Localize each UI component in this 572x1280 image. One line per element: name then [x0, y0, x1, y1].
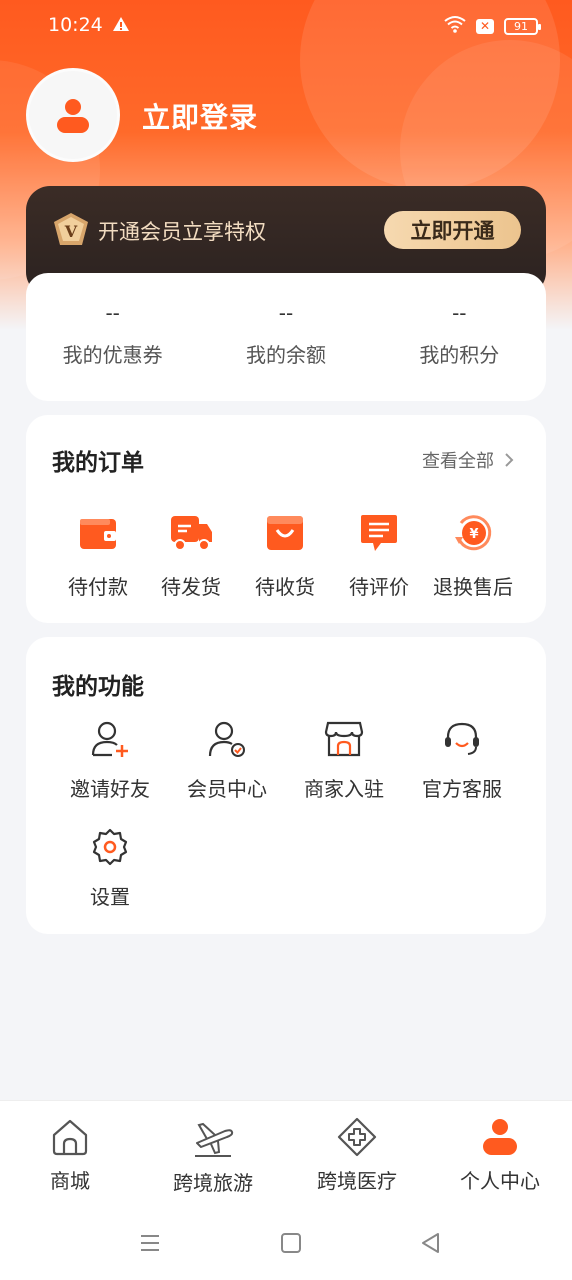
nav-label: 跨境医疗	[317, 1169, 397, 1193]
no-sim-icon: ✕	[476, 18, 494, 34]
back-triangle-icon[interactable]	[420, 1232, 442, 1258]
headset-icon	[402, 717, 522, 761]
vip-promo-text: 开通会员立享特权	[98, 220, 266, 244]
asset-value: --	[105, 301, 120, 325]
asset-points[interactable]: -- 我的积分	[373, 273, 546, 401]
status-time: 10:24	[48, 14, 103, 36]
chevron-right-icon	[505, 453, 514, 467]
function-settings[interactable]: 设置	[50, 825, 170, 910]
view-all-label: 查看全部	[422, 451, 494, 472]
orders-card: 我的订单 查看全部 待付款 待发货 待收货 待评价 ¥ 退换售后	[26, 415, 546, 623]
nav-item-medical[interactable]: 跨境医疗	[297, 1115, 417, 1194]
function-merchant-onboarding[interactable]: 商家入驻	[284, 717, 404, 802]
asset-coupons[interactable]: -- 我的优惠券	[26, 273, 199, 401]
refund-icon: ¥	[426, 511, 520, 555]
svg-text:¥: ¥	[469, 527, 478, 542]
nav-label: 商城	[50, 1169, 90, 1193]
home-square-icon[interactable]	[280, 1232, 302, 1258]
asset-label: 我的余额	[245, 343, 326, 367]
order-label: 待付款	[68, 575, 128, 599]
system-nav-bar	[0, 1210, 572, 1280]
user-icon	[440, 1115, 560, 1159]
function-label: 会员中心	[187, 777, 267, 801]
order-after-sales[interactable]: ¥ 退换售后	[426, 511, 520, 600]
asset-value: --	[452, 301, 467, 325]
nav-item-profile[interactable]: 个人中心	[440, 1115, 560, 1194]
battery-level: 91	[514, 19, 528, 33]
function-label: 邀请好友	[70, 777, 150, 801]
status-bar: 10:24 ✕ 91	[0, 0, 572, 52]
wallet-icon	[51, 511, 145, 555]
order-pending-review[interactable]: 待评价	[332, 511, 426, 600]
store-icon	[284, 717, 404, 761]
home-icon	[10, 1115, 130, 1159]
function-label: 商家入驻	[304, 777, 384, 801]
svg-text:V: V	[64, 222, 78, 241]
wifi-icon	[444, 15, 466, 37]
member-center-icon	[167, 717, 287, 761]
function-label: 官方客服	[422, 777, 502, 801]
user-avatar-icon	[57, 99, 89, 133]
bottom-nav: 商城 跨境旅游 跨境医疗 个人中心	[0, 1100, 572, 1210]
function-invite-friends[interactable]: 邀请好友	[50, 717, 170, 802]
shopping-bag-icon	[238, 511, 332, 555]
nav-label: 个人中心	[460, 1169, 540, 1193]
order-pending-payment[interactable]: 待付款	[51, 511, 145, 600]
orders-title: 我的订单	[52, 450, 144, 476]
function-member-center[interactable]: 会员中心	[167, 717, 287, 802]
battery-icon: 91	[504, 17, 541, 35]
settings-gear-icon	[50, 825, 170, 869]
assets-card: -- 我的优惠券 -- 我的余额 -- 我的积分	[26, 273, 546, 401]
functions-card: 我的功能 邀请好友 会员中心 商家入驻 官方客服 设置	[26, 637, 546, 934]
nav-item-mall[interactable]: 商城	[10, 1115, 130, 1194]
nav-item-travel[interactable]: 跨境旅游	[153, 1117, 273, 1196]
asset-value: --	[278, 301, 294, 325]
warning-icon	[112, 16, 130, 36]
order-pending-receipt[interactable]: 待收货	[238, 511, 332, 600]
comment-icon	[332, 511, 426, 555]
medical-cross-icon	[297, 1115, 417, 1159]
nav-label: 跨境旅游	[173, 1171, 253, 1195]
avatar[interactable]	[26, 68, 120, 162]
airplane-icon	[153, 1117, 273, 1161]
login-link[interactable]: 立即登录	[142, 96, 258, 136]
functions-title: 我的功能	[52, 674, 144, 700]
order-label: 待收货	[255, 575, 315, 599]
asset-balance[interactable]: -- 我的余额	[199, 273, 372, 401]
function-customer-service[interactable]: 官方客服	[402, 717, 522, 802]
vip-activate-button[interactable]: 立即开通	[384, 211, 521, 249]
menu-icon[interactable]	[139, 1232, 161, 1258]
order-label: 退换售后	[433, 575, 513, 599]
order-label: 待评价	[349, 575, 409, 599]
order-label: 待发货	[161, 575, 221, 599]
view-all-orders-link[interactable]: 查看全部	[422, 447, 514, 473]
vip-badge-icon: V	[52, 212, 90, 252]
function-label: 设置	[90, 885, 130, 909]
truck-icon	[144, 511, 238, 555]
invite-friend-icon	[50, 717, 170, 761]
asset-label: 我的积分	[419, 343, 500, 367]
asset-label: 我的优惠券	[62, 343, 163, 367]
order-pending-shipment[interactable]: 待发货	[144, 511, 238, 600]
